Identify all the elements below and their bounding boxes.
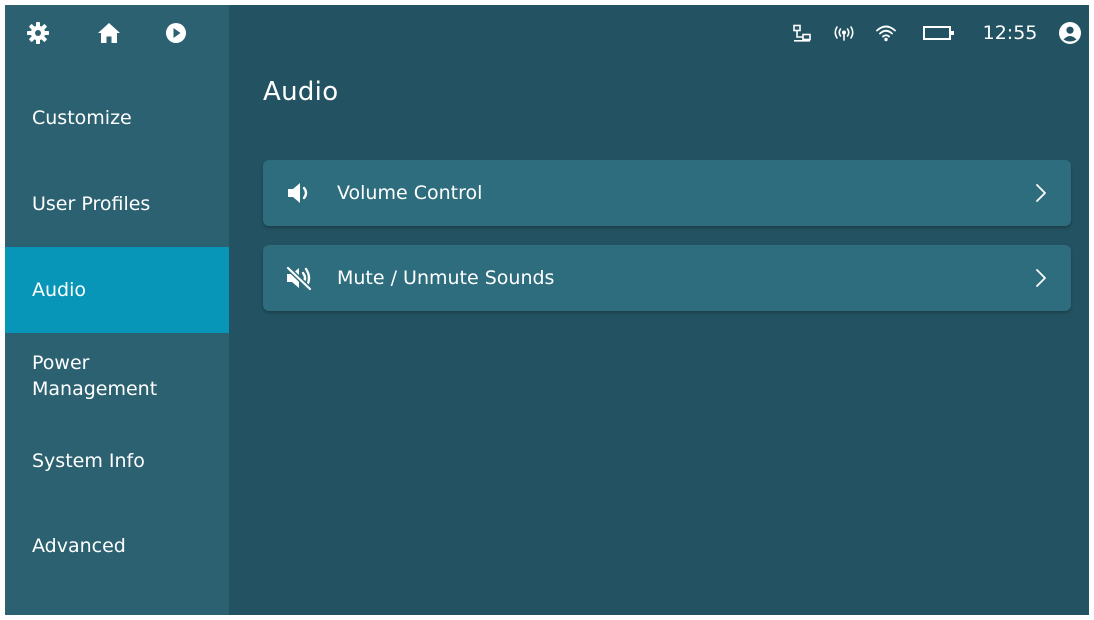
sidebar-item-label: Power Management: [32, 352, 158, 400]
sidebar-item-advanced[interactable]: Advanced: [5, 503, 229, 589]
card-label: Volume Control: [337, 182, 483, 204]
antenna-icon: [829, 5, 859, 61]
chevron-right-icon: [1033, 266, 1049, 290]
sidebar-item-audio[interactable]: Audio: [5, 247, 229, 333]
user-icon[interactable]: [1056, 5, 1084, 61]
play-circle-icon[interactable]: [162, 19, 190, 47]
card-label: Mute / Unmute Sounds: [337, 267, 555, 289]
home-icon[interactable]: [95, 19, 123, 47]
sidebar-item-system-info[interactable]: System Info: [5, 418, 229, 504]
wifi-icon: [871, 5, 901, 61]
chevron-right-icon: [1033, 181, 1049, 205]
network-icon: [789, 5, 815, 61]
battery-icon: [919, 5, 959, 61]
page-title: Audio: [263, 77, 339, 107]
clock: 12:55: [982, 22, 1038, 44]
sidebar-item-label: Audio: [32, 279, 87, 301]
gear-icon[interactable]: [24, 19, 52, 47]
sidebar-item-label: Customize: [32, 107, 132, 129]
volume-control-card[interactable]: Volume Control: [263, 160, 1071, 226]
mute-unmute-card[interactable]: Mute / Unmute Sounds: [263, 245, 1071, 311]
settings-app: 12:55 Customize User Profiles Audio Powe…: [5, 5, 1089, 615]
top-bar: 12:55: [5, 5, 1089, 61]
sidebar-item-label: Advanced: [32, 535, 126, 557]
sidebar-item-customize[interactable]: Customize: [5, 75, 229, 161]
mute-icon: [283, 262, 315, 294]
sidebar-item-power-management[interactable]: Power Management: [5, 333, 229, 419]
speaker-icon: [283, 177, 315, 209]
sidebar: Customize User Profiles Audio Power Mana…: [5, 61, 229, 615]
sidebar-item-label: System Info: [32, 450, 145, 472]
sidebar-item-user-profiles[interactable]: User Profiles: [5, 161, 229, 247]
sidebar-item-label: User Profiles: [32, 193, 151, 215]
